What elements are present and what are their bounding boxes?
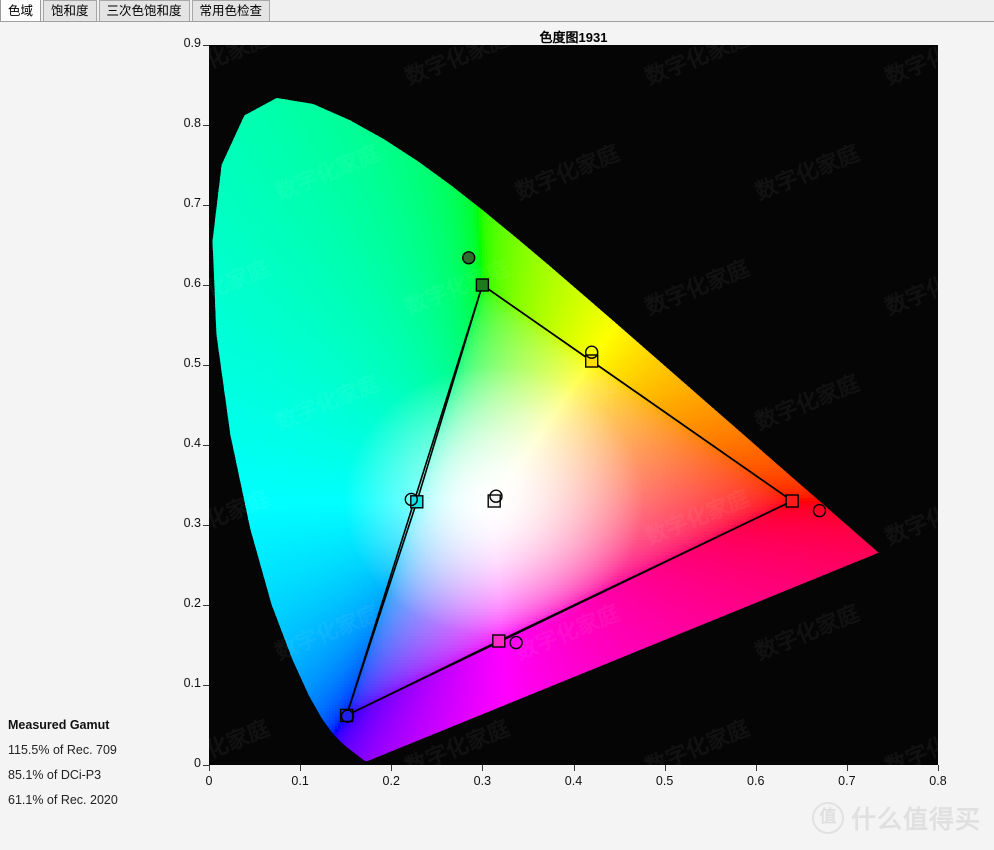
- x-tick-mark: [938, 765, 939, 771]
- y-tick-mark: [203, 45, 209, 46]
- y-tick-label: 0.9: [161, 36, 201, 50]
- y-tick-mark: [203, 525, 209, 526]
- x-tick-mark: [300, 765, 301, 771]
- x-tick-label: 0.2: [371, 774, 411, 788]
- gamut-dcip3: 85.1% of DCi-P3: [8, 768, 188, 782]
- y-tick-mark: [203, 605, 209, 606]
- y-tick-label: 0.7: [161, 196, 201, 210]
- chromaticity-diagram-svg: 数字化家庭 数字化家庭 数字化家庭数字化家庭 数字化家庭 数字化家庭数字化家庭 数字化家庭…: [209, 45, 938, 765]
- tab-2[interactable]: 三次色饱和度: [99, 0, 190, 21]
- y-tick-mark: [203, 445, 209, 446]
- x-tick-mark: [209, 765, 210, 771]
- chromaticity-chart: 数字化家庭 数字化家庭 数字化家庭 数字化家庭 数字化家庭 数字化家庭 数字化家庭 数字化家庭…: [209, 45, 938, 765]
- x-tick-mark: [847, 765, 848, 771]
- brand-logo-icon: 值: [812, 802, 844, 834]
- x-tick-label: 0.6: [736, 774, 776, 788]
- x-tick-mark: [574, 765, 575, 771]
- y-tick-label: 0.1: [161, 676, 201, 690]
- plot-area: 数字化家庭 数字化家庭 数字化家庭 数字化家庭 数字化家庭 数字化家庭 数字化家庭 数字化家庭…: [209, 45, 938, 765]
- tab-1[interactable]: 饱和度: [43, 0, 97, 21]
- y-tick-label: 0.3: [161, 516, 201, 530]
- tab-0[interactable]: 色域: [0, 0, 41, 21]
- y-tick-label: 0.2: [161, 596, 201, 610]
- tab-3[interactable]: 常用色检查: [192, 0, 271, 21]
- gamut-rec2020: 61.1% of Rec. 2020: [8, 793, 188, 807]
- measured-gamut-title: Measured Gamut: [8, 718, 188, 732]
- x-tick-label: 0.1: [280, 774, 320, 788]
- x-tick-label: 0.8: [918, 774, 958, 788]
- brand-watermark: 值 什么值得买: [812, 800, 981, 836]
- y-tick-label: 0.8: [161, 116, 201, 130]
- y-tick-label: 0.4: [161, 436, 201, 450]
- y-tick-mark: [203, 205, 209, 206]
- tab-bar: 色域 饱和度 三次色饱和度 常用色检查: [0, 0, 994, 22]
- y-tick-mark: [203, 365, 209, 366]
- x-tick-mark: [665, 765, 666, 771]
- y-tick-label: 0.5: [161, 356, 201, 370]
- y-tick-label: 0.6: [161, 276, 201, 290]
- x-tick-mark: [391, 765, 392, 771]
- gamut-rec709: 115.5% of Rec. 709: [8, 743, 188, 757]
- x-tick-mark: [482, 765, 483, 771]
- measured-gamut-panel: Measured Gamut 115.5% of Rec. 709 85.1% …: [8, 718, 188, 818]
- y-tick-mark: [203, 125, 209, 126]
- y-tick-mark: [203, 685, 209, 686]
- y-tick-mark: [203, 285, 209, 286]
- x-tick-label: 0: [189, 774, 229, 788]
- x-tick-label: 0.7: [827, 774, 867, 788]
- x-tick-label: 0.4: [554, 774, 594, 788]
- chart-title: 色度图1931: [209, 27, 938, 46]
- x-tick-label: 0.5: [645, 774, 685, 788]
- x-tick-mark: [756, 765, 757, 771]
- x-tick-label: 0.3: [462, 774, 502, 788]
- brand-watermark-text: 什么值得买: [851, 800, 981, 836]
- app-window: 色域 饱和度 三次色饱和度 常用色检查 色度图1931 数字化家庭 数字化家庭 …: [0, 0, 994, 850]
